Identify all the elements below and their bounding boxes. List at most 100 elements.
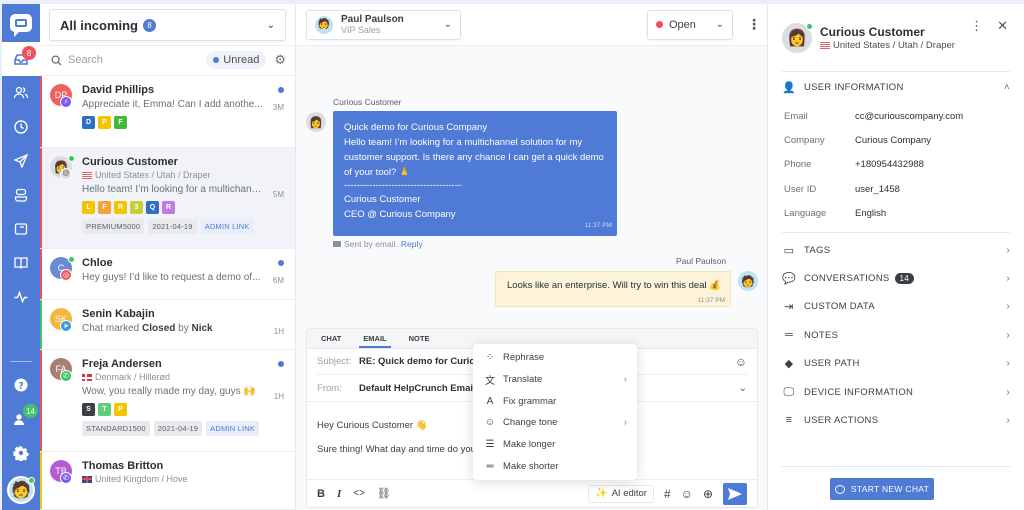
translate-icon: 文	[485, 376, 495, 388]
more-options-icon[interactable]: ⋮	[747, 16, 761, 33]
ai-menu-item-change-tone[interactable]: ☺ Change tone ›	[473, 412, 637, 434]
section-user-actions[interactable]: ≡ USER ACTIONS ›	[782, 406, 1010, 434]
message-preview: Chat marked Closed by Nick	[82, 322, 213, 334]
tab-email[interactable]: EMAIL	[359, 329, 392, 348]
rail-reports[interactable]	[2, 280, 40, 314]
hashtag-icon[interactable]: #	[664, 487, 671, 501]
add-attachment-icon[interactable]: ⊕	[703, 487, 713, 501]
rail-contacts[interactable]: 14	[2, 402, 40, 436]
link-icon[interactable]: ⛓	[377, 487, 391, 500]
message-line: Hello team! I’m looking for a multichann…	[344, 137, 583, 148]
rail-inbox[interactable]: 8	[2, 42, 40, 76]
chevron-right-icon: ›	[1006, 414, 1010, 426]
contact-name: Freja Andersen	[82, 358, 162, 371]
online-indicator	[68, 256, 75, 264]
ai-menu-item-make-shorter[interactable]: ═ Make shorter	[473, 455, 637, 477]
conversation-item-selected[interactable]: 👩 @ Curious Customer United States / Uta…	[40, 147, 295, 250]
tag-icon: ▭	[783, 244, 795, 257]
message-time: 11:37 PM	[697, 297, 725, 304]
section-user-path[interactable]: ◆ USER PATH ›	[782, 350, 1010, 378]
section-device-information[interactable]: 🖵 DEVICE INFORMATION ›	[782, 378, 1010, 406]
rail-chatbots[interactable]	[2, 178, 40, 212]
online-indicator	[806, 22, 813, 30]
conversation-item[interactable]: C ◎ Chloe Hey guys! I’d like to request …	[40, 249, 295, 300]
chevron-right-icon: ›	[1006, 301, 1010, 313]
search-input[interactable]: Search	[68, 54, 206, 66]
app-window: 8 ? 14 🧑 All incoming 8 ⌄ Search Unread …	[2, 4, 1024, 510]
contact-name: David Phillips	[82, 83, 155, 96]
rail-knowledge-base[interactable]	[2, 246, 40, 280]
chat-status-dropdown[interactable]: Open ⌄	[647, 9, 733, 40]
user-icon: 👤	[782, 81, 796, 94]
outgoing-sender: Paul Paulson	[676, 256, 727, 266]
reply-link[interactable]: Reply	[401, 239, 423, 249]
section-label: USER INFORMATION	[804, 81, 904, 93]
section-conversations[interactable]: 💬 CONVERSATIONS 14 ›	[782, 264, 1010, 292]
bold-icon[interactable]: B	[317, 488, 325, 500]
close-icon[interactable]: ✕	[997, 18, 1008, 34]
tab-chat[interactable]: CHAT	[321, 329, 341, 348]
list-settings-icon[interactable]: ⚙	[274, 52, 286, 68]
section-notes[interactable]: ═ NOTES ›	[782, 321, 1010, 349]
emoji-icon[interactable]: ☺	[735, 355, 747, 369]
longer-icon: ☰	[485, 439, 495, 451]
rail-users[interactable]	[2, 76, 40, 110]
ai-menu-item-fix-grammar[interactable]: A Fix grammar	[473, 390, 637, 412]
message-preview: Hey guys! I’d like to request a demo of.…	[82, 272, 261, 284]
conversation-item[interactable]: FA ✆ Freja Andersen Denmark / Hillerød W…	[40, 350, 295, 452]
message-time: 6M	[272, 276, 284, 286]
rail-widget[interactable]	[2, 212, 40, 246]
section-tags[interactable]: ▭ TAGS ›	[782, 236, 1010, 264]
search-icon	[51, 55, 62, 66]
settings-icon	[13, 445, 29, 461]
message-time: 5M	[272, 189, 284, 199]
menu-item-label: Translate	[503, 374, 543, 386]
section-custom-data[interactable]: ⇥ CUSTOM DATA ›	[782, 293, 1010, 321]
email-channel-icon: @	[60, 167, 72, 180]
conversation-item[interactable]: DP ⚡ David Phillips Appreciate it, Emma!…	[40, 75, 295, 148]
ai-editor-button[interactable]: ✨ AI editor	[588, 484, 654, 503]
admin-link[interactable]: ADMIN LINK	[206, 421, 260, 437]
rail-settings[interactable]	[2, 436, 40, 470]
user-path-icon: ◆	[784, 358, 794, 371]
message-line: CEO @ Curious Company	[344, 209, 456, 220]
admin-link[interactable]: ADMIN LINK	[200, 218, 254, 234]
unread-filter-toggle[interactable]: Unread	[206, 51, 267, 70]
info-row-language: Language English	[784, 208, 887, 220]
ai-menu-item-translate[interactable]: 文 Translate ›	[473, 369, 637, 391]
priority-stripe	[40, 299, 42, 350]
start-new-chat-button[interactable]: START NEW CHAT	[830, 478, 934, 500]
location-text: United States / Utah / Draper	[95, 169, 211, 180]
code-icon[interactable]: <>	[353, 488, 365, 499]
user-info-list: Email cc@curiouscompany.com Company Curiou…	[782, 102, 1010, 233]
ai-menu-item-rephrase[interactable]: ⁘ Rephrase	[473, 347, 637, 369]
assignee-dropdown[interactable]: 🧑 Paul Paulson VIP Sales ⌄	[306, 9, 461, 40]
inbox-filter-dropdown[interactable]: All incoming 8 ⌄	[49, 9, 286, 41]
italic-icon[interactable]: I	[337, 488, 341, 500]
agent-avatar[interactable]: 🧑	[7, 476, 35, 504]
more-options-icon[interactable]: ⋮	[970, 18, 983, 34]
conversation-item[interactable]: SK ➤ Senin Kabajin Chat marked Closed by…	[40, 299, 295, 351]
tab-note[interactable]: NOTE	[409, 329, 430, 348]
send-button[interactable]	[723, 482, 747, 505]
rail-outbound[interactable]	[2, 144, 40, 178]
section-label: TAGS	[804, 244, 831, 256]
section-user-information[interactable]: 👤 USER INFORMATION ˄	[782, 72, 1010, 102]
helpcrunch-logo-icon[interactable]	[2, 4, 40, 42]
section-label: NOTES	[804, 329, 839, 341]
info-row-email: Email cc@curiouscompany.com	[784, 110, 964, 122]
ai-menu-item-make-longer[interactable]: ☰ Make longer	[473, 434, 637, 456]
online-indicator	[68, 154, 75, 162]
from-select[interactable]: Default HelpCrunch Email A	[359, 383, 485, 394]
emoji-icon[interactable]: ☺	[681, 487, 693, 501]
conversation-item[interactable]: TB ✆ Thomas Britton United Kingdom / Hov…	[40, 451, 295, 510]
rail-help[interactable]: ?	[2, 368, 40, 402]
subject-label: Subject:	[317, 356, 352, 367]
chevron-down-icon: ⌄	[443, 19, 452, 30]
chevron-down-icon[interactable]: ⌄	[739, 383, 747, 394]
rail-history[interactable]	[2, 110, 40, 144]
info-row-user-id: User ID user_1458	[784, 183, 900, 195]
subject-input[interactable]: RE: Quick demo for Curious	[359, 356, 486, 367]
clock-icon	[14, 120, 28, 134]
section-label: USER ACTIONS	[804, 414, 879, 426]
